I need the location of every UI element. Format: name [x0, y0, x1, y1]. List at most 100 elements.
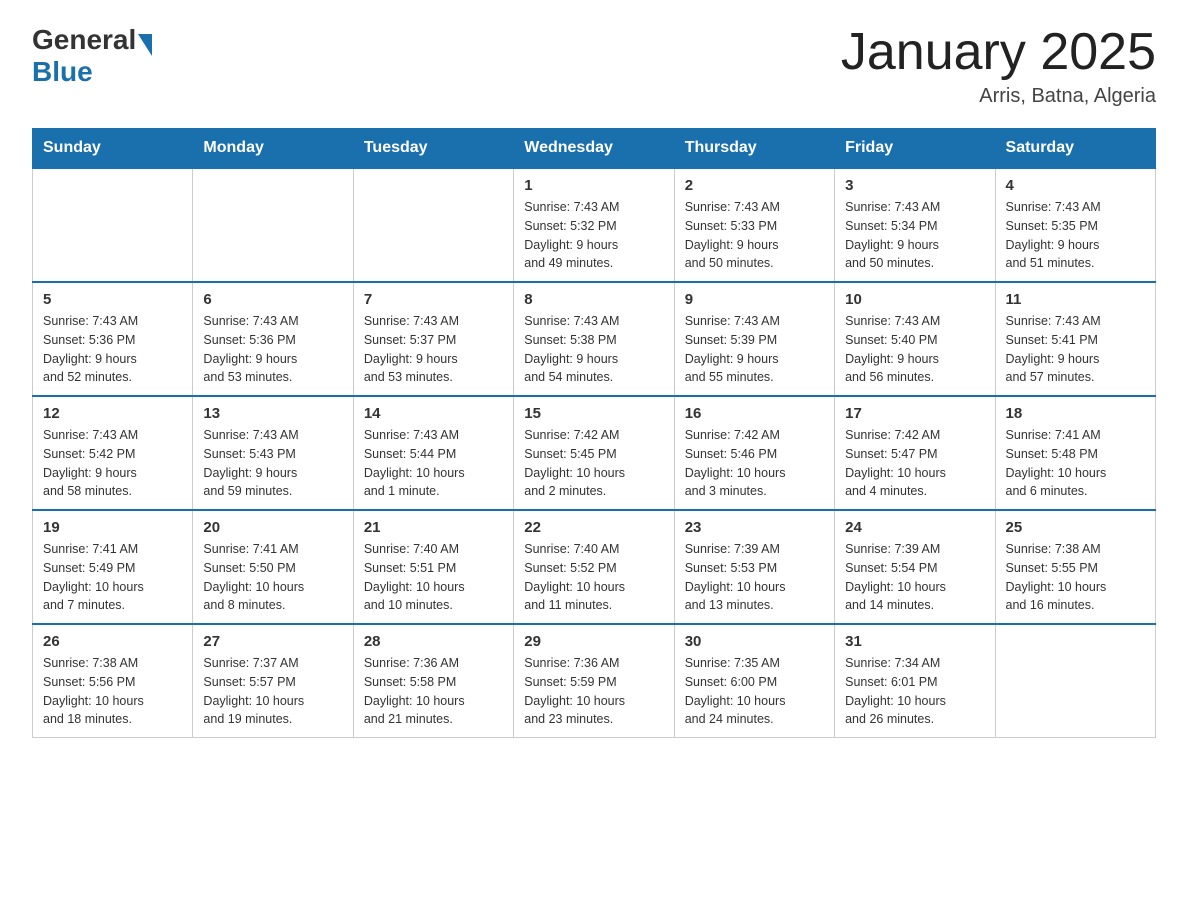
day-number: 17 — [845, 405, 984, 422]
day-info: Sunrise: 7:43 AM Sunset: 5:36 PM Dayligh… — [203, 312, 342, 387]
calendar-cell: 18Sunrise: 7:41 AM Sunset: 5:48 PM Dayli… — [995, 396, 1155, 510]
day-number: 8 — [524, 291, 663, 308]
calendar-cell: 4Sunrise: 7:43 AM Sunset: 5:35 PM Daylig… — [995, 168, 1155, 282]
day-number: 6 — [203, 291, 342, 308]
day-number: 9 — [685, 291, 824, 308]
calendar-week-row: 5 Sunrise: 7:43 AM Sunset: 5:36 PM Daylig… — [33, 282, 1156, 396]
day-info: Sunrise: 7:43 AM Sunset: 5:32 PM Dayligh… — [524, 198, 663, 273]
calendar-cell — [995, 624, 1155, 738]
day-number: 30 — [685, 633, 824, 650]
calendar-table: SundayMondayTuesdayWednesdayThursdayFrid… — [32, 128, 1156, 738]
calendar-cell: 23 Sunrise: 7:39 AM Sunset: 5:53 PM Dayli… — [674, 510, 834, 624]
day-info: Sunrise: 7:38 AM Sunset: 5:56 PM Dayligh… — [43, 654, 182, 729]
calendar-cell: 30 Sunrise: 7:35 AM Sunset: 6:00 PM Dayli… — [674, 624, 834, 738]
calendar-header-row: SundayMondayTuesdayWednesdayThursdayFrid… — [33, 129, 1156, 169]
page-header: General Blue January 2025 Arris, Batna, … — [32, 24, 1156, 108]
day-number: 23 — [685, 519, 824, 536]
month-title: January 2025 — [841, 24, 1156, 81]
calendar-cell: 7 Sunrise: 7:43 AM Sunset: 5:37 PM Daylig… — [353, 282, 513, 396]
calendar-cell: 3 Sunrise: 7:43 AM Sunset: 5:34 PM Daylig… — [835, 168, 995, 282]
calendar-cell — [33, 168, 193, 282]
day-number: 27 — [203, 633, 342, 650]
weekday-header-wednesday: Wednesday — [514, 129, 674, 169]
day-info: Sunrise: 7:43 AM Sunset: 5:42 PM Dayligh… — [43, 426, 182, 501]
day-number: 31 — [845, 633, 984, 650]
logo-triangle-icon — [138, 34, 152, 56]
weekday-header-monday: Monday — [193, 129, 353, 169]
day-info: Sunrise: 7:40 AM Sunset: 5:51 PM Dayligh… — [364, 540, 503, 615]
calendar-cell: 21 Sunrise: 7:40 AM Sunset: 5:51 PM Dayli… — [353, 510, 513, 624]
day-number: 12 — [43, 405, 182, 422]
calendar-cell: 29 Sunrise: 7:36 AM Sunset: 5:59 PM Dayli… — [514, 624, 674, 738]
day-info: Sunrise: 7:36 AM Sunset: 5:59 PM Dayligh… — [524, 654, 663, 729]
day-number: 22 — [524, 519, 663, 536]
day-info: Sunrise: 7:43 AM Sunset: 5:40 PM Dayligh… — [845, 312, 984, 387]
calendar-cell: 28Sunrise: 7:36 AM Sunset: 5:58 PM Dayli… — [353, 624, 513, 738]
calendar-cell: 11Sunrise: 7:43 AM Sunset: 5:41 PM Dayli… — [995, 282, 1155, 396]
day-info: Sunrise: 7:43 AM Sunset: 5:38 PM Dayligh… — [524, 312, 663, 387]
day-number: 7 — [364, 291, 503, 308]
calendar-cell — [193, 168, 353, 282]
day-number: 21 — [364, 519, 503, 536]
weekday-header-thursday: Thursday — [674, 129, 834, 169]
calendar-week-row: 12 Sunrise: 7:43 AM Sunset: 5:42 PM Dayli… — [33, 396, 1156, 510]
logo-general-text: General — [32, 24, 136, 56]
location-text: Arris, Batna, Algeria — [841, 85, 1156, 108]
calendar-cell: 25Sunrise: 7:38 AM Sunset: 5:55 PM Dayli… — [995, 510, 1155, 624]
weekday-header-sunday: Sunday — [33, 129, 193, 169]
calendar-cell: 20 Sunrise: 7:41 AM Sunset: 5:50 PM Dayli… — [193, 510, 353, 624]
day-info: Sunrise: 7:43 AM Sunset: 5:37 PM Dayligh… — [364, 312, 503, 387]
calendar-cell: 5Sunrise: 7:43 AM Sunset: 5:36 PM Daylig… — [33, 282, 193, 396]
day-number: 2 — [685, 177, 824, 194]
day-info: Sunrise: 7:41 AM Sunset: 5:50 PM Dayligh… — [203, 540, 342, 615]
calendar-cell: 17 Sunrise: 7:42 AM Sunset: 5:47 PM Dayli… — [835, 396, 995, 510]
day-number: 14 — [364, 405, 503, 422]
calendar-cell: 24 Sunrise: 7:39 AM Sunset: 5:54 PM Dayli… — [835, 510, 995, 624]
calendar-cell: 6 Sunrise: 7:43 AM Sunset: 5:36 PM Daylig… — [193, 282, 353, 396]
day-info: Sunrise: 7:42 AM Sunset: 5:45 PM Dayligh… — [524, 426, 663, 501]
weekday-header-tuesday: Tuesday — [353, 129, 513, 169]
calendar-cell: 14 Sunrise: 7:43 AM Sunset: 5:44 PM Dayli… — [353, 396, 513, 510]
calendar-cell: 19 Sunrise: 7:41 AM Sunset: 5:49 PM Dayli… — [33, 510, 193, 624]
day-info: Sunrise: 7:39 AM Sunset: 5:53 PM Dayligh… — [685, 540, 824, 615]
day-number: 10 — [845, 291, 984, 308]
calendar-cell: 10 Sunrise: 7:43 AM Sunset: 5:40 PM Dayli… — [835, 282, 995, 396]
day-number: 13 — [203, 405, 342, 422]
day-number: 3 — [845, 177, 984, 194]
calendar-cell: 15Sunrise: 7:42 AM Sunset: 5:45 PM Dayli… — [514, 396, 674, 510]
day-info: Sunrise: 7:41 AM Sunset: 5:49 PM Dayligh… — [43, 540, 182, 615]
day-info: Sunrise: 7:43 AM Sunset: 5:44 PM Dayligh… — [364, 426, 503, 501]
day-number: 5 — [43, 291, 182, 308]
day-info: Sunrise: 7:41 AM Sunset: 5:48 PM Dayligh… — [1006, 426, 1145, 501]
day-info: Sunrise: 7:40 AM Sunset: 5:52 PM Dayligh… — [524, 540, 663, 615]
day-number: 16 — [685, 405, 824, 422]
day-info: Sunrise: 7:39 AM Sunset: 5:54 PM Dayligh… — [845, 540, 984, 615]
calendar-cell: 8 Sunrise: 7:43 AM Sunset: 5:38 PM Daylig… — [514, 282, 674, 396]
day-info: Sunrise: 7:43 AM Sunset: 5:33 PM Dayligh… — [685, 198, 824, 273]
day-number: 24 — [845, 519, 984, 536]
logo-blue-text: Blue — [32, 56, 152, 88]
calendar-cell: 13Sunrise: 7:43 AM Sunset: 5:43 PM Dayli… — [193, 396, 353, 510]
day-number: 26 — [43, 633, 182, 650]
calendar-week-row: 26 Sunrise: 7:38 AM Sunset: 5:56 PM Dayli… — [33, 624, 1156, 738]
day-number: 20 — [203, 519, 342, 536]
weekday-header-friday: Friday — [835, 129, 995, 169]
calendar-cell — [353, 168, 513, 282]
calendar-week-row: 1 Sunrise: 7:43 AM Sunset: 5:32 PM Daylig… — [33, 168, 1156, 282]
day-info: Sunrise: 7:43 AM Sunset: 5:34 PM Dayligh… — [845, 198, 984, 273]
day-number: 28 — [364, 633, 503, 650]
day-info: Sunrise: 7:43 AM Sunset: 5:41 PM Dayligh… — [1006, 312, 1145, 387]
calendar-cell: 9Sunrise: 7:43 AM Sunset: 5:39 PM Daylig… — [674, 282, 834, 396]
day-info: Sunrise: 7:34 AM Sunset: 6:01 PM Dayligh… — [845, 654, 984, 729]
day-number: 1 — [524, 177, 663, 194]
calendar-cell: 2 Sunrise: 7:43 AM Sunset: 5:33 PM Daylig… — [674, 168, 834, 282]
day-info: Sunrise: 7:35 AM Sunset: 6:00 PM Dayligh… — [685, 654, 824, 729]
day-info: Sunrise: 7:37 AM Sunset: 5:57 PM Dayligh… — [203, 654, 342, 729]
calendar-cell: 22 Sunrise: 7:40 AM Sunset: 5:52 PM Dayli… — [514, 510, 674, 624]
day-number: 29 — [524, 633, 663, 650]
calendar-cell: 27 Sunrise: 7:37 AM Sunset: 5:57 PM Dayli… — [193, 624, 353, 738]
calendar-cell: 16Sunrise: 7:42 AM Sunset: 5:46 PM Dayli… — [674, 396, 834, 510]
day-info: Sunrise: 7:42 AM Sunset: 5:47 PM Dayligh… — [845, 426, 984, 501]
calendar-cell: 26 Sunrise: 7:38 AM Sunset: 5:56 PM Dayli… — [33, 624, 193, 738]
day-number: 19 — [43, 519, 182, 536]
